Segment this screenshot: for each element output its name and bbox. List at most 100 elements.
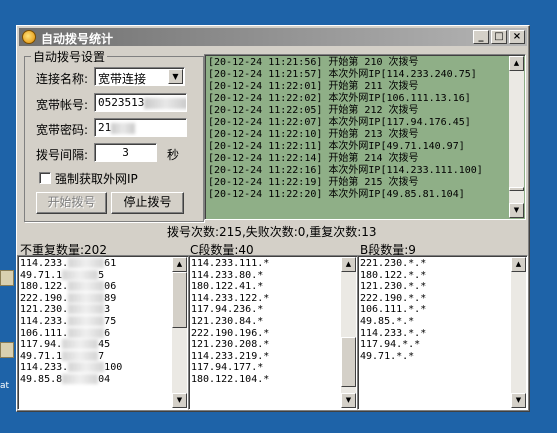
list-item[interactable]: 114.233. 100 [20,362,171,374]
password-field[interactable]: 21 [94,118,187,137]
log-line[interactable]: [20-12-24 11:21:57] 本次外网IP[114.233.240.7… [208,69,507,81]
log-line[interactable]: [20-12-24 11:22:02] 本次外网IP[106.111.13.16… [208,93,507,105]
interval-field[interactable]: 3 [94,143,157,162]
log-line[interactable]: [20-12-24 11:22:07] 本次外网IP[117.94.176.45… [208,117,507,129]
scroll-up-icon[interactable]: ▲ [509,56,524,71]
scroll-up-icon[interactable]: ▲ [341,257,356,272]
list-item[interactable]: 49.71.1 5 [20,269,171,282]
list-item[interactable]: 117.94. 45 [20,339,171,351]
scroll-down-icon[interactable]: ▼ [341,393,356,408]
redacted-mask [62,269,99,280]
unique-ip-items: 114.233. 61 49.71.1 5 180.122. 06 222.190. 89 12… [20,258,171,386]
list-item[interactable]: 180.122.41.* [191,281,340,293]
log-scrollbar[interactable]: ▲ ▼ [509,56,524,218]
force-ip-checkbox[interactable] [39,172,51,184]
close-button[interactable]: × [509,30,525,44]
scroll-down-icon[interactable]: ▼ [511,393,526,408]
list-item[interactable]: 222.190.196.* [191,328,340,340]
scroll-thumb[interactable] [172,272,187,328]
list-item[interactable]: 106.111. 6 [20,327,171,340]
list-item[interactable]: 49.71.1 7 [20,350,171,363]
list-item[interactable]: 117.94.236.* [191,304,340,316]
redacted-mask [68,258,105,268]
ip-prefix: 49.85.8 [20,373,63,385]
list-item[interactable]: 117.94.*.* [360,339,510,351]
list-item[interactable]: 49.85.*.* [360,316,510,328]
list-item[interactable]: 222.190. 89 [20,292,171,305]
list-item[interactable]: 121.230.*.* [360,281,510,293]
list-item[interactable]: 121.230. 3 [20,304,171,316]
ip-prefix: 106.111. [20,327,69,339]
log-line[interactable]: [20-12-24 11:21:56] 开始第 210 次拨号 [208,57,507,69]
start-dial-button[interactable]: 开始拨号 [36,192,107,214]
unique-list-scrollbar[interactable]: ▲ ▼ [172,257,187,408]
list-item[interactable]: 106.111.*.* [360,304,510,316]
log-line[interactable]: [20-12-24 11:22:01] 开始第 211 次拨号 [208,81,507,93]
list-item[interactable]: 49.71.*.* [360,351,510,363]
c-segment-list[interactable]: 114.233.111.* 114.233.80.* 180.122.41.* 114… [188,255,358,410]
chevron-down-icon[interactable]: ▼ [168,69,183,84]
list-item[interactable]: 114.233. 61 [20,258,171,270]
minimize-button[interactable]: _ [473,30,489,44]
c-list-scrollbar[interactable]: ▲ ▼ [341,257,356,408]
desktop-icon[interactable] [0,342,14,358]
title-bar[interactable]: 自动拨号统计 _ □ × [19,28,527,46]
scroll-down-icon[interactable]: ▼ [172,393,187,408]
list-item[interactable]: 221.230.*.* [360,258,510,270]
redacted-mask [144,97,186,109]
list-item[interactable]: 114.233. 75 [20,315,171,328]
scroll-thumb[interactable] [341,337,356,387]
scroll-down-icon[interactable]: ▼ [509,203,524,218]
unique-ip-list[interactable]: 114.233. 61 49.71.1 5 180.122. 06 222.190. 89 12… [17,255,189,410]
list-item[interactable]: 114.233.111.* [191,258,340,270]
conn-name-label: 连接名称: [36,72,89,86]
conn-name-select[interactable]: 宽带连接 ▼ [94,67,185,86]
desktop-icon-label: at [0,381,10,391]
ip-suffix: 45 [98,339,111,351]
list-item[interactable]: 180.122.*.* [360,270,510,282]
list-item[interactable]: 49.85.8 04 [20,373,171,386]
b-segment-list[interactable]: 221.230.*.* 180.122.*.* 121.230.*.* 222.190… [357,255,528,410]
ip-suffix: 04 [98,373,111,385]
ip-suffix: 7 [98,350,105,362]
list-item[interactable]: 114.233.219.* [191,351,340,363]
redacted-mask [68,281,105,292]
log-line[interactable]: [20-12-24 11:22:14] 开始第 214 次拨号 [208,153,507,165]
list-item[interactable]: 114.233.80.* [191,270,340,282]
account-field[interactable]: 0523513 [94,93,187,112]
settings-group-title: 自动拨号设置 [31,48,108,65]
scroll-up-icon[interactable]: ▲ [511,257,526,272]
scroll-thumb[interactable] [509,187,524,191]
conn-name-value: 宽带连接 [98,72,147,86]
list-item[interactable]: 121.230.208.* [191,339,340,351]
redacted-mask [68,315,105,326]
list-item[interactable]: 114.233.*.* [360,328,510,340]
list-item[interactable]: 114.233.122.* [191,293,340,305]
password-value: 21 [98,121,112,134]
app-window: 自动拨号统计 _ □ × 自动拨号设置 连接名称: 宽带连接 ▼ 宽带帐号: 0… [16,25,530,412]
b-list-scrollbar[interactable]: ▲ ▼ [511,257,526,408]
list-item[interactable]: 180.122. 06 [20,281,171,293]
interval-label: 拨号间隔: [36,148,89,162]
list-item[interactable]: 180.122.104.* [191,374,340,386]
stop-dial-button[interactable]: 停止拨号 [111,192,184,214]
ip-prefix: 121.230. [20,304,69,316]
log-lines: [20-12-24 11:21:56] 开始第 210 次拨号 [20-12-24… [208,57,507,201]
log-line[interactable]: [20-12-24 11:22:20] 本次外网IP[49.85.81.104] [208,189,507,201]
desktop-icon[interactable] [0,270,14,286]
list-item[interactable]: 222.190.*.* [360,293,510,305]
redacted-mask [111,122,136,134]
log-line[interactable]: [20-12-24 11:22:10] 开始第 213 次拨号 [208,129,507,141]
dial-log[interactable]: [20-12-24 11:21:56] 开始第 210 次拨号 [20-12-24… [204,54,526,220]
log-line[interactable]: [20-12-24 11:22:11] 本次外网IP[49.71.140.97] [208,141,507,153]
log-line[interactable]: [20-12-24 11:22:05] 开始第 212 次拨号 [208,105,507,117]
list-item[interactable]: 121.230.84.* [191,316,340,328]
ip-suffix: 3 [104,304,111,316]
log-line[interactable]: [20-12-24 11:22:16] 本次外网IP[114.233.111.1… [208,165,507,177]
log-line[interactable]: [20-12-24 11:22:19] 开始第 215 次拨号 [208,177,507,189]
maximize-button[interactable]: □ [491,30,507,44]
scroll-up-icon[interactable]: ▲ [172,257,187,272]
list-item[interactable]: 117.94.177.* [191,362,340,374]
force-ip-label: 强制获取外网IP [55,172,138,186]
redacted-mask [62,350,99,361]
